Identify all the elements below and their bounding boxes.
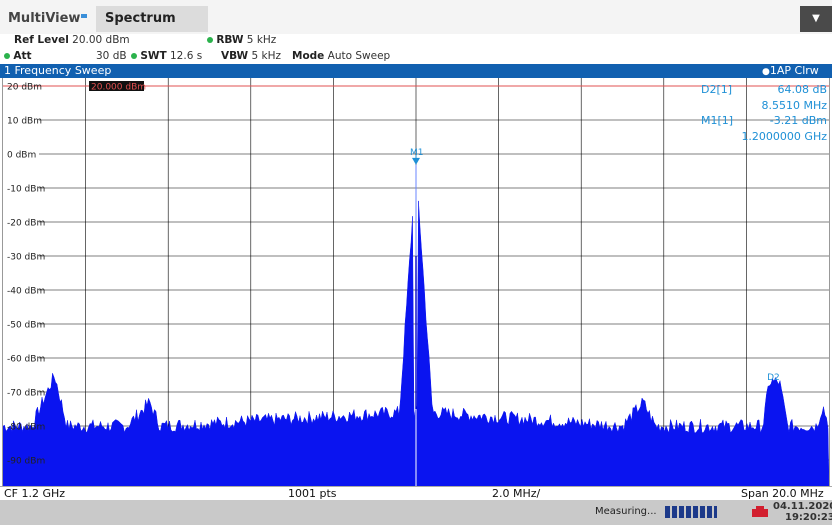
swt-label: SWT — [140, 50, 167, 62]
rbw-value[interactable]: 5 kHz — [247, 34, 277, 46]
tab-multiview[interactable]: MultiView — [0, 6, 80, 32]
marker-name: D2[1] — [701, 83, 733, 96]
swt-value[interactable]: 12.6 s — [170, 50, 202, 62]
y-tick-label: -60 dBm — [7, 355, 45, 365]
center-frequency[interactable]: CF 1.2 GHz — [4, 487, 65, 501]
window-title-bar[interactable]: 1 Frequency Sweep ●1AP Clrw — [0, 64, 832, 78]
marker-value: 8.5510 MHz — [761, 98, 827, 112]
chevron-down-icon[interactable]: ▼ — [800, 6, 832, 32]
y-tick-label: -10 dBm — [7, 185, 45, 195]
progress-bar — [665, 506, 717, 518]
y-tick-label: 20 dBm — [7, 83, 42, 93]
marker-m1-icon — [412, 157, 420, 165]
marker-table: D2[1] 64.08 dB 8.5510 MHz M1[1] -3.21 dB… — [701, 82, 829, 144]
y-tick-label: -90 dBm — [7, 457, 45, 467]
att-label: Att — [13, 50, 32, 62]
marker-row: M1[1] -3.21 dBm — [701, 113, 829, 129]
vbw-label: VBW — [221, 50, 249, 62]
ref-level-value[interactable]: 20.00 dBm — [72, 34, 130, 46]
y-tick-label: -80 dBm — [7, 423, 45, 433]
window-title: 1 Frequency Sweep — [4, 64, 112, 77]
y-tick-label: -50 dBm — [7, 321, 45, 331]
sweep-points[interactable]: 1001 pts — [288, 487, 337, 501]
vbw-value[interactable]: 5 kHz — [251, 50, 281, 62]
y-tick-label: -30 dBm — [7, 253, 45, 263]
marker-name: M1[1] — [701, 114, 734, 127]
y-tick-label: -70 dBm — [7, 389, 45, 399]
y-tick-label: 10 dBm — [7, 117, 42, 127]
marker-d2-label: D2 — [767, 373, 780, 383]
status-time: 19:20:23 — [785, 512, 832, 523]
marker-row: 1.2000000 GHz — [701, 129, 829, 145]
status-dot-icon — [131, 53, 137, 59]
mode-value[interactable]: Auto Sweep — [328, 50, 391, 62]
reference-level-label: 20.000 dBm — [91, 83, 146, 93]
measuring-status: Measuring... — [595, 506, 657, 517]
marker-row: D2[1] 64.08 dB — [701, 82, 829, 98]
ref-level-label: Ref Level — [14, 34, 69, 46]
status-date: 04.11.2020 — [773, 501, 832, 512]
trace-circle-icon: ● — [762, 67, 770, 77]
marker-value: 64.08 dB — [777, 83, 827, 96]
status-bar: Measuring... 04.11.2020 19:20:23 — [0, 500, 832, 525]
rbw-label: RBW — [216, 34, 244, 46]
spectrum-tab-icon — [81, 14, 87, 18]
tab-spectrum[interactable]: Spectrum — [96, 6, 208, 32]
status-dot-icon — [4, 53, 10, 59]
division-scale: 2.0 MHz/ — [492, 487, 541, 500]
spectrum-plot[interactable]: 20 dBm 10 dBm 0 dBm -10 dBm -20 dBm -30 dBm -4… — [2, 78, 830, 486]
network-icon — [752, 506, 768, 517]
marker-m1-label: M1 — [410, 148, 424, 158]
y-tick-label: -20 dBm — [7, 219, 45, 229]
mode-label: Mode — [292, 50, 325, 62]
span-value[interactable]: Span 20.0 MHz — [741, 487, 824, 501]
y-tick-label: 0 dBm — [7, 151, 36, 161]
y-tick-label: -40 dBm — [7, 287, 45, 297]
att-value[interactable]: 30 dB — [96, 50, 127, 62]
marker-value: 1.2000000 GHz — [741, 129, 827, 143]
marker-value: -3.21 dBm — [769, 114, 827, 127]
settings-panel[interactable]: Ref Level 20.00 dBm RBW 5 kHz Att 30 dB … — [0, 34, 832, 64]
trace-label: ●1AP Clrw — [762, 64, 819, 77]
marker-row: 8.5510 MHz — [701, 98, 829, 114]
status-dot-icon — [207, 37, 213, 43]
progress-segments — [665, 506, 717, 518]
plot-footer: CF 1.2 GHz 1001 pts 2.0 MHz/ Span 20.0 M… — [0, 486, 832, 501]
